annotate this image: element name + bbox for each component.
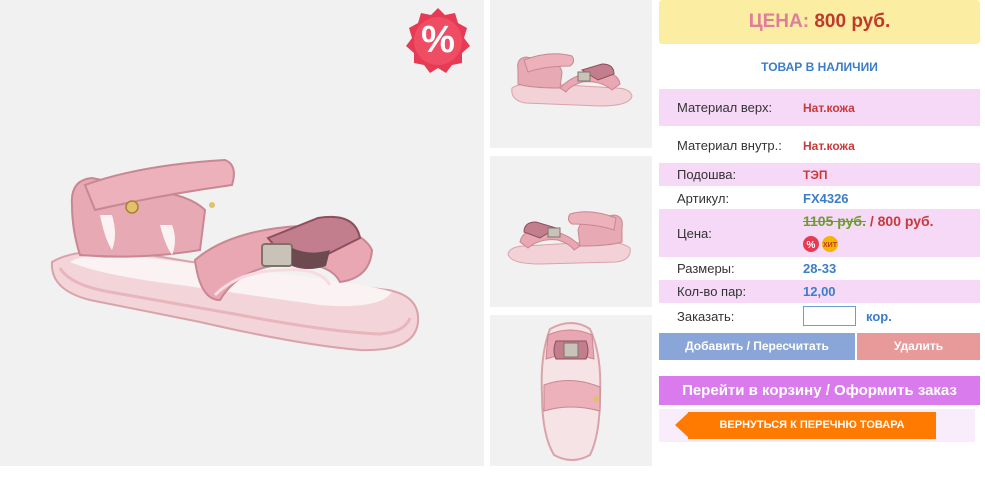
spec-row-article: Артикул: FX4326 (659, 186, 980, 209)
price-header: ЦЕНА: 800 руб. (659, 0, 980, 44)
spec-label: Материал внутр.: (677, 138, 782, 153)
spec-row-sole: Подошва: ТЭП (659, 163, 980, 186)
spec-label: Размеры: (677, 261, 735, 276)
sandal-thumbnail (540, 322, 602, 461)
thumbnail-side-view[interactable] (490, 0, 652, 148)
spec-row-inner-material: Материал внутр.: Нат.кожа (659, 126, 980, 163)
main-product-image: % (0, 0, 484, 466)
stock-status: ТОВАР В НАЛИЧИИ (761, 60, 878, 74)
spec-value: 28-33 (803, 261, 837, 276)
spec-row-sizes: Размеры: 28-33 (659, 257, 980, 280)
price-row-values: 1105 руб. / 800 руб. (803, 213, 934, 229)
sandal-thumbnail (511, 53, 633, 107)
order-quantity-input[interactable] (803, 306, 856, 326)
add-recalculate-button[interactable]: Добавить / Пересчитать (659, 333, 855, 360)
spec-label: Артикул: (677, 191, 730, 206)
back-arrow-icon[interactable] (675, 412, 689, 438)
sale-badge-symbol: % (421, 19, 455, 61)
thumbnail-inner-view[interactable] (490, 156, 652, 307)
go-to-cart-button[interactable]: Перейти в корзину / Оформить заказ (659, 376, 980, 405)
order-label: Заказать: (677, 309, 735, 324)
spec-value: Нат.кожа (803, 139, 855, 153)
back-button-wrapper: ВЕРНУТЬСЯ К ПЕРЕЧНЮ ТОВАРА (659, 409, 975, 442)
price-header-label: ЦЕНА: (748, 11, 810, 32)
hit-mini-badge: ХИТ (823, 242, 838, 249)
spec-label: Кол-во пар: (677, 284, 747, 299)
spec-row-pairs: Кол-во пар: 12,00 (659, 280, 980, 303)
spec-row-upper-material: Материал верх: Нат.кожа (659, 89, 980, 126)
spec-label: Подошва: (677, 167, 737, 182)
spec-label: Материал верх: (677, 100, 773, 115)
order-unit: кор. (866, 309, 892, 324)
sale-mini-badge: % (807, 240, 816, 251)
new-price: 800 руб. (877, 213, 934, 229)
spec-value: 12,00 (803, 284, 836, 299)
sale-badge: % (403, 6, 473, 76)
old-price: 1105 руб. (803, 213, 866, 229)
thumbnail-top-view[interactable] (490, 315, 652, 466)
price-row-label: Цена: (677, 226, 712, 241)
delete-button[interactable]: Удалить (857, 333, 980, 360)
sandal-thumbnail (507, 211, 631, 265)
price-row: Цена: 1105 руб. / 800 руб. % ХИТ (659, 209, 980, 257)
back-to-list-button[interactable]: ВЕРНУТЬСЯ К ПЕРЕЧНЮ ТОВАРА (688, 412, 936, 439)
spec-value: FX4326 (803, 191, 849, 206)
price-header-value: 800 руб. (814, 11, 891, 32)
promo-badges: % ХИТ (803, 236, 843, 252)
spec-value: ТЭП (803, 168, 828, 182)
spec-value: Нат.кожа (803, 101, 855, 115)
price-separator: / (865, 213, 878, 229)
